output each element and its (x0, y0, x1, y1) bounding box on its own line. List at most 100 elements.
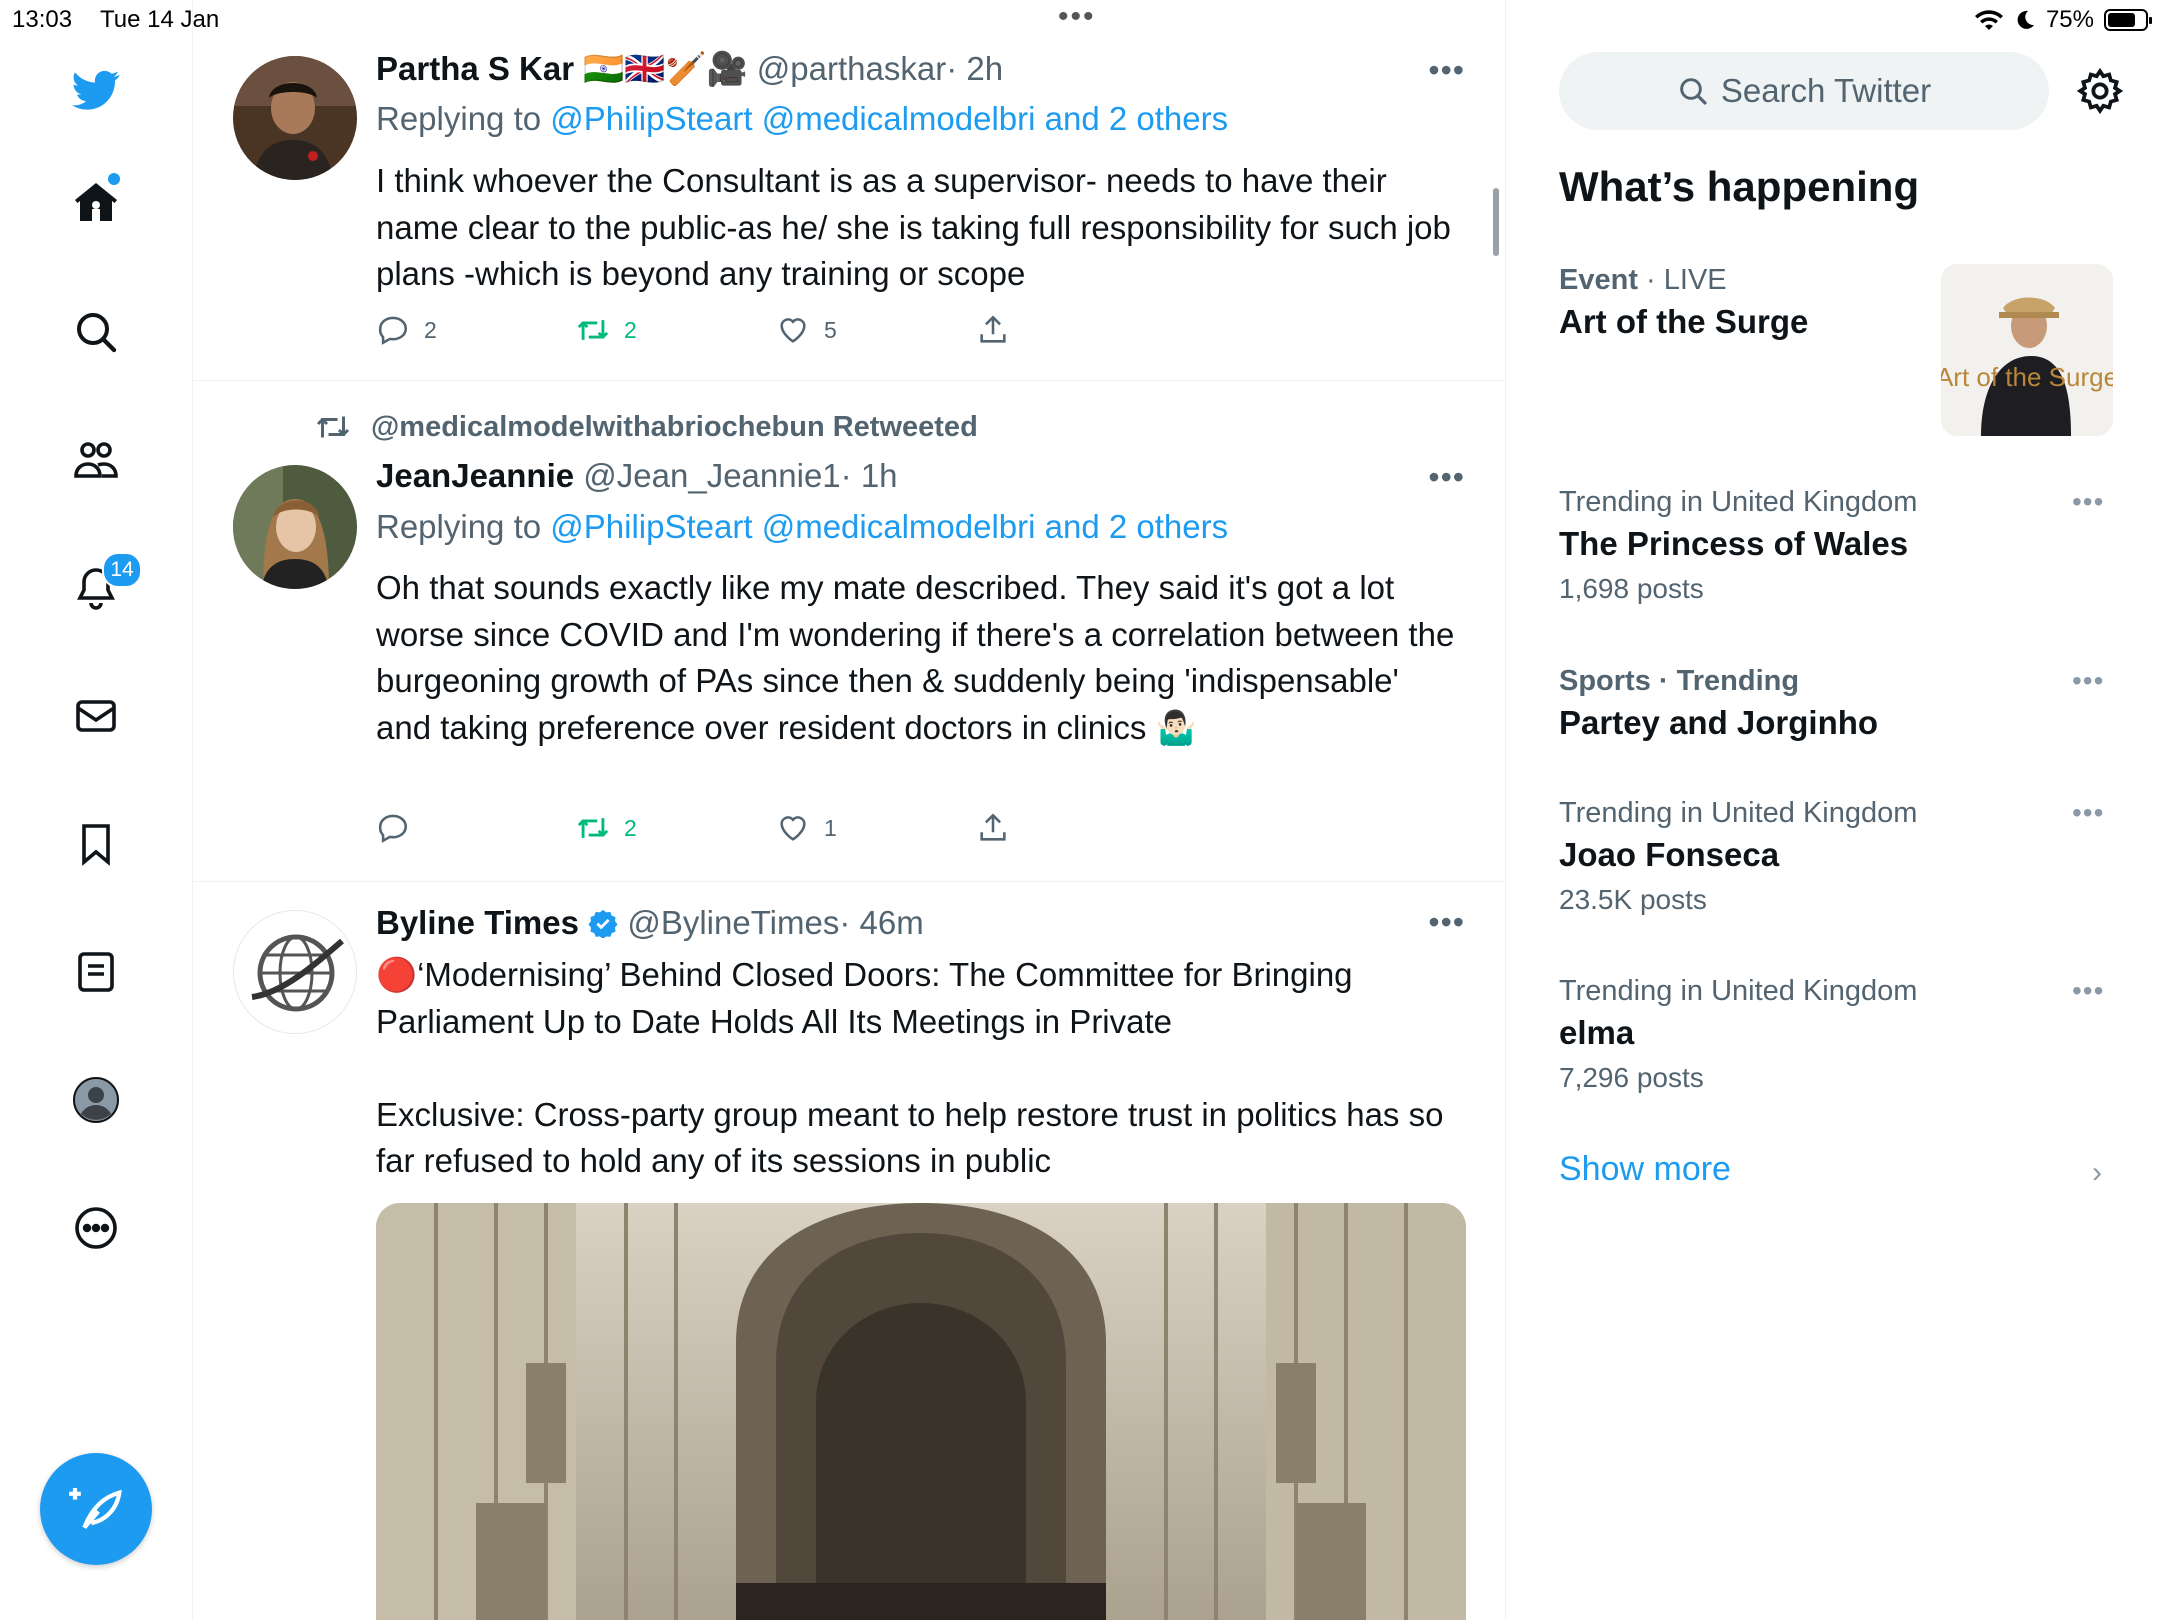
avatar[interactable] (233, 56, 357, 180)
trend-more-icon[interactable]: ••• (2072, 665, 2104, 697)
tweet-media-image[interactable] (376, 1203, 1466, 1620)
nav-bookmarks[interactable] (66, 814, 126, 874)
share-icon (980, 813, 1006, 841)
tweet-actions: 2 2 5 (376, 313, 1076, 353)
trend-title: The Princess of Wales (1559, 525, 1909, 562)
tweet-text: 🔴‘Modernising’ Behind Closed Doors: The … (376, 956, 1444, 1179)
nav-profile[interactable] (66, 1070, 126, 1130)
search-icon (1680, 78, 1707, 105)
nav-lists[interactable] (66, 942, 126, 1002)
reply-count: 2 (424, 316, 437, 343)
trend-meta: Sports · Trending (1559, 665, 1800, 697)
tweet-time[interactable]: · 2h (946, 50, 1003, 87)
tweet-more-icon[interactable]: ••• (1428, 904, 1465, 941)
tweet-author-handle[interactable]: @Jean_Jeannie1 (583, 457, 840, 494)
tweet-more-icon[interactable]: ••• (1428, 52, 1465, 89)
share-button[interactable] (976, 313, 1010, 347)
trend-item[interactable]: Trending in United Kingdom elma 7,296 po… (1559, 975, 2119, 1094)
retweeted-by-text: @medicalmodelwithabriochebun Retweeted (371, 410, 978, 443)
communities-icon (74, 442, 118, 478)
trend-more-icon[interactable]: ••• (2072, 797, 2104, 829)
search-placeholder: Search Twitter (1720, 72, 1932, 109)
like-button[interactable]: 5 (776, 313, 837, 347)
profile-icon (73, 1077, 119, 1123)
more-icon (75, 1207, 117, 1249)
nav-explore[interactable] (66, 302, 126, 362)
tweet-author-name[interactable]: Partha S Kar (376, 50, 574, 87)
trend-title: Joao Fonseca (1559, 836, 1780, 873)
retweet-button[interactable]: 2 (576, 811, 637, 845)
retweeted-by[interactable]: @medicalmodelwithabriochebun Retweeted (315, 409, 978, 445)
trend-meta: Trending in United Kingdom (1559, 486, 1918, 518)
trend-item[interactable]: Trending in United Kingdom The Princess … (1559, 486, 2119, 605)
event-thumbnail[interactable]: Art of the Surge (1941, 264, 2113, 436)
retweet-icon (577, 320, 609, 340)
trend-more-icon[interactable]: ••• (2072, 975, 2104, 1007)
retweet-button[interactable]: 2 (576, 313, 637, 347)
compose-feather-icon (69, 1488, 122, 1530)
tweet-header: Partha S Kar 🇮🇳🇬🇧🏏🎥 @parthaskar· 2h (376, 50, 1003, 89)
tweet-author-name[interactable]: Byline Times (376, 904, 579, 941)
tweet-header: Byline Times @BylineTimes· 46m (376, 904, 924, 942)
search-input[interactable]: Search Twitter (1559, 52, 2049, 130)
like-count: 1 (824, 814, 837, 841)
show-more-link[interactable]: Show more (1559, 1150, 1731, 1189)
replying-to-links[interactable]: @PhilipSteart @medicalmodelbri and 2 oth… (550, 508, 1228, 545)
tweet-time[interactable]: · 46m (839, 904, 923, 941)
nav-home[interactable] (66, 171, 126, 233)
twitter-logo-icon[interactable] (66, 60, 126, 120)
settings-gear-icon[interactable] (2075, 66, 2125, 116)
retweet-icon (316, 416, 350, 438)
replying-prefix: Replying to (376, 508, 542, 545)
tweet[interactable]: @medicalmodelwithabriochebun Retweeted J… (193, 381, 1505, 882)
share-button[interactable] (976, 811, 1010, 845)
reply-button[interactable] (376, 811, 424, 845)
trend-count: 1,698 posts (1559, 573, 1704, 604)
trend-count: 7,296 posts (1559, 1062, 1704, 1093)
like-count: 5 (824, 316, 837, 343)
tweet[interactable]: Byline Times @BylineTimes· 46m ••• 🔴‘Mod… (193, 882, 1505, 1620)
tweet-author-handle[interactable]: @BylineTimes (627, 904, 839, 941)
tweet-more-icon[interactable]: ••• (1428, 459, 1465, 496)
trend-meta: Trending in United Kingdom (1559, 797, 1918, 829)
lists-icon (78, 952, 114, 992)
tweet-author-name[interactable]: JeanJeannie (376, 457, 574, 494)
reply-button[interactable]: 2 (376, 313, 437, 347)
replying-prefix: Replying to (376, 100, 542, 137)
trend-title: Partey and Jorginho (1559, 704, 1879, 741)
whats-happening-heading: What’s happening (1559, 163, 1920, 210)
avatar[interactable] (233, 910, 357, 1034)
timeline[interactable]: Partha S Kar 🇮🇳🇬🇧🏏🎥 @parthaskar· 2h ••• … (193, 0, 1506, 1620)
event-status: · LIVE (1646, 264, 1727, 296)
retweet-count: 2 (624, 316, 637, 343)
home-unread-dot (106, 171, 122, 187)
retweet-icon (577, 818, 609, 838)
tweet[interactable]: Partha S Kar 🇮🇳🇬🇧🏏🎥 @parthaskar· 2h ••• … (193, 0, 1505, 381)
event-image-text: Art of the Surge (1941, 362, 2113, 392)
search-icon (77, 313, 117, 353)
messages-icon (76, 700, 116, 732)
replying-to: Replying to @PhilipSteart @medicalmodelb… (376, 508, 1228, 546)
event-category: Event (1559, 264, 1638, 296)
sidebar: Search Twitter What’s happening Event · … (1506, 0, 2160, 1620)
avatar[interactable] (233, 465, 357, 589)
heart-icon (780, 318, 806, 343)
nav-notifications[interactable]: 14 (66, 552, 142, 618)
replying-to-links[interactable]: @PhilipSteart @medicalmodelbri and 2 oth… (550, 100, 1228, 137)
trend-item[interactable]: Sports · Trending Partey and Jorginho (1559, 665, 2119, 742)
tweet-author-handle[interactable]: @parthaskar (757, 50, 946, 87)
tweet-time[interactable]: · 1h (841, 457, 898, 494)
trend-more-icon[interactable]: ••• (2072, 486, 2104, 518)
chevron-right-icon[interactable]: › (2092, 1156, 2102, 1190)
tweet-text: Oh that sounds exactly like my mate desc… (376, 569, 1464, 746)
nav-communities[interactable] (66, 430, 126, 490)
like-button[interactable]: 1 (776, 811, 837, 845)
replying-to: Replying to @PhilipSteart @medicalmodelb… (376, 100, 1228, 138)
compose-tweet-button[interactable] (40, 1453, 152, 1565)
nav-more[interactable] (66, 1198, 126, 1258)
trend-meta: Trending in United Kingdom (1559, 975, 1918, 1007)
nav-messages[interactable] (66, 686, 126, 746)
tweet-header: JeanJeannie @Jean_Jeannie1· 1h (376, 457, 898, 495)
trend-item[interactable]: Trending in United Kingdom Joao Fonseca … (1559, 797, 2119, 916)
notifications-badge: 14 (102, 552, 142, 588)
